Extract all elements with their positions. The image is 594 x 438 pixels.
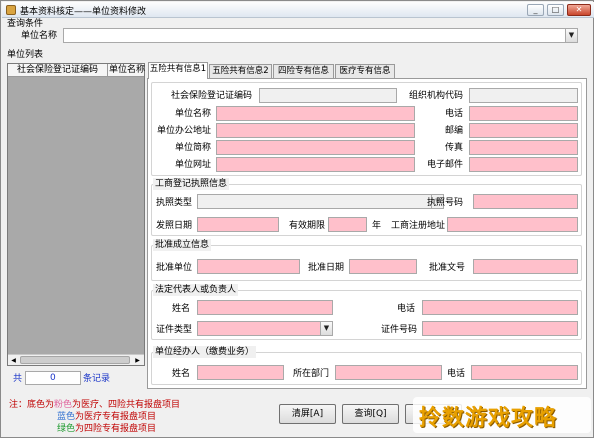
org-code-field: [469, 88, 578, 103]
fax-field[interactable]: [469, 140, 578, 155]
legal-name-field[interactable]: [197, 300, 333, 315]
form-layer: 社会保险登记证编码 组织机构代码 单位名称 电话 单位办公地址 邮编 单位简称 …: [1, 1, 594, 438]
valid-period-label: 有效期限: [289, 221, 326, 231]
insurance-code-label: 社会保险登记证编码: [170, 91, 252, 101]
insurance-code-field: [259, 88, 397, 103]
approval-doc-label: 批准文号: [429, 263, 466, 273]
agent-group-title: 单位经办人（缴费业务）: [153, 346, 257, 358]
issue-date-field[interactable]: [197, 217, 279, 232]
id-type-label: 证件类型: [156, 325, 193, 335]
issue-date-label: 发照日期: [156, 221, 193, 231]
unit-abbr-field[interactable]: [216, 140, 415, 155]
office-address-label: 单位办公地址: [156, 126, 211, 136]
agent-name-label: 姓名: [172, 369, 191, 379]
chevron-down-icon[interactable]: ▼: [320, 322, 332, 335]
phone-field[interactable]: [469, 106, 578, 121]
postcode-field[interactable]: [469, 123, 578, 138]
reg-address-label: 工商注册地址: [391, 221, 446, 231]
org-code-label: 组织机构代码: [408, 91, 463, 101]
legal-phone-label: 电话: [397, 304, 416, 314]
license-group-title: 工商登记执照信息: [153, 178, 230, 190]
reg-address-field[interactable]: [447, 217, 578, 232]
approval-date-label: 批准日期: [308, 263, 345, 273]
agent-dept-label: 所在部门: [293, 369, 330, 379]
legal-phone-field[interactable]: [422, 300, 578, 315]
approval-doc-field[interactable]: [473, 259, 578, 274]
postcode-label: 邮编: [444, 126, 463, 136]
email-field[interactable]: [469, 157, 578, 172]
agent-dept-field[interactable]: [335, 365, 442, 380]
agent-phone-field[interactable]: [471, 365, 578, 380]
unit-name-field[interactable]: [216, 106, 415, 121]
legal-name-label: 姓名: [172, 304, 191, 314]
website-label: 单位网址: [174, 160, 211, 170]
email-label: 电子邮件: [426, 160, 463, 170]
license-type-label: 执照类型: [156, 198, 193, 208]
year-unit-label: 年: [372, 221, 382, 231]
unit-abbr-label: 单位简称: [174, 143, 211, 153]
approval-date-field[interactable]: [349, 259, 417, 274]
approval-unit-label: 批准单位: [156, 263, 193, 273]
fax-label: 传真: [444, 143, 463, 153]
app-window: 基本资料核定——单位资料修改 _ □ ✕ 查询条件 单位名称 ▼ 单位列表 社会…: [0, 0, 594, 438]
legal-rep-group-title: 法定代表人或负责人: [153, 284, 239, 296]
phone-label: 电话: [444, 109, 463, 119]
id-type-combobox[interactable]: ▼: [197, 321, 333, 336]
license-number-field[interactable]: [473, 194, 578, 209]
unit-name-form-label: 单位名称: [174, 109, 211, 119]
valid-period-field[interactable]: [328, 217, 367, 232]
id-number-field[interactable]: [422, 321, 578, 336]
approval-group-title: 批准成立信息: [153, 239, 212, 251]
license-type-combobox[interactable]: ▼: [197, 194, 444, 209]
id-number-label: 证件号码: [381, 325, 418, 335]
approval-unit-field[interactable]: [197, 259, 300, 274]
agent-name-field[interactable]: [197, 365, 284, 380]
website-field[interactable]: [216, 157, 415, 172]
agent-phone-label: 电话: [447, 369, 466, 379]
office-address-field[interactable]: [216, 123, 415, 138]
license-number-label: 执照号码: [427, 198, 464, 208]
